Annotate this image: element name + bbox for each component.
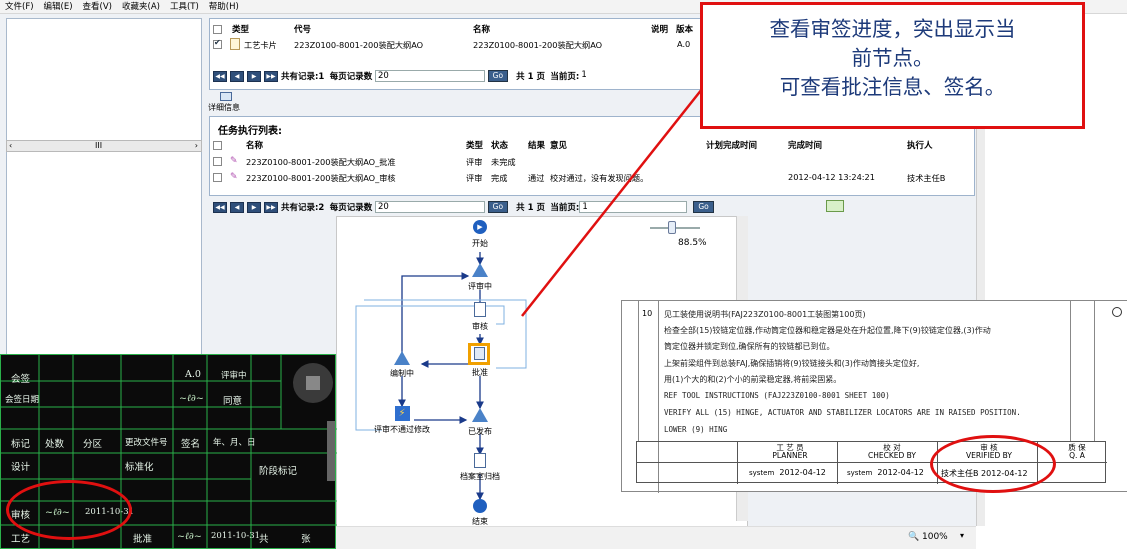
- label-design: 设计: [11, 462, 31, 473]
- sig-col-divider: [837, 442, 838, 484]
- label-count: 处数: [45, 439, 65, 450]
- sig-header-planner: 工 艺 员 PLANNER: [772, 443, 808, 460]
- label-change-file: 更改文件号: [125, 438, 168, 448]
- label-mark: 标记: [11, 439, 31, 450]
- doc-line: 用(1)个大的和(2)个小的前梁稳定器,将前梁固紧。: [664, 375, 842, 384]
- callout-line-3: 可查看批注信息、签名。: [779, 75, 1006, 99]
- sig-col-divider: [737, 442, 738, 484]
- doc-line: LOWER (9) HING: [664, 425, 728, 434]
- approve-date: 2011-10-31: [211, 531, 261, 541]
- doc-line: 筒定位器并锁定到位,确保所有的铰链都已到位。: [664, 342, 835, 351]
- doc-divider: [638, 301, 639, 441]
- label-total: 共: [259, 534, 269, 545]
- label-approve: 批准: [133, 534, 153, 545]
- stamp-icon: [1112, 307, 1122, 317]
- label-stage: 阶段标记: [259, 466, 298, 477]
- sig-planner: system 2012-04-12: [749, 468, 826, 477]
- callout-line-1: 查看审签进度，突出显示当: [769, 17, 1016, 41]
- highlight-ellipse-verified: [930, 435, 1056, 493]
- label-sheet: 张: [301, 534, 311, 545]
- pan-center-icon[interactable]: [306, 376, 320, 390]
- approve-signature-image: ~ℓ∂~: [177, 531, 202, 542]
- doc-line: REF TOOL INSTRUCTIONS (FAJ223Z0100-8001 …: [664, 391, 890, 400]
- sig-header-qa: 质 保 Q. A: [1068, 443, 1086, 460]
- label-standardization: 标准化: [125, 462, 154, 473]
- doc-line: 见工装使用说明书(FAJ223Z0100-8001工装图第100页): [664, 310, 866, 319]
- overlay-zoom-slider[interactable]: [327, 421, 335, 481]
- doc-divider: [1070, 301, 1071, 441]
- state-value: 评审中: [221, 371, 247, 381]
- sig-header-checked: 校 对 CHECKED BY: [868, 443, 916, 460]
- label-countersign-date: 会签日期: [5, 395, 40, 405]
- sig-checked: system 2012-04-12: [847, 468, 924, 477]
- label-zone: 分区: [83, 439, 103, 450]
- version-value: A.0: [185, 369, 201, 380]
- signature-image: ~ℓ∂~: [179, 393, 204, 404]
- annotation-callout: 查看审签进度，突出显示当 前节点。 可查看批注信息、签名。: [700, 2, 1085, 129]
- pan-control-icon[interactable]: [293, 363, 333, 403]
- label-sign: 签名: [181, 439, 201, 450]
- doc-line: 检查全部(15)铰链定位器,作动筒定位器和稳定器是处在升起位置,降下(9)铰链定…: [664, 326, 991, 335]
- agree-value: 同意: [223, 396, 243, 407]
- doc-line: VERIFY ALL (15) HINGE, ACTUATOR AND STAB…: [664, 408, 1021, 417]
- doc-row-number: 10: [642, 309, 653, 318]
- doc-divider: [1094, 301, 1095, 441]
- highlight-ellipse-verify: [6, 480, 132, 540]
- label-process: 工艺: [11, 534, 31, 545]
- callout-line-2: 前节点。: [851, 46, 934, 70]
- doc-line: 上架前梁组件到总装FAJ,确保插销将(9)铰链接头和(3)作动筒接头定位好,: [664, 359, 920, 368]
- label-ymd: 年、月、日: [213, 438, 256, 448]
- label-countersign: 会签: [11, 374, 31, 385]
